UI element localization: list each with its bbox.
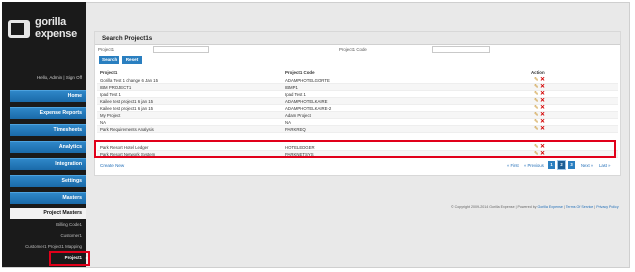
x-icon[interactable]: ✕ <box>540 119 545 125</box>
pager-page-3[interactable]: 3 <box>568 161 575 169</box>
project-code: ADAMPHOTELKAIRE <box>285 99 328 104</box>
project-name: Park Requirements Analysis <box>100 127 154 132</box>
pencil-icon[interactable]: ✎ <box>534 119 539 125</box>
pencil-icon[interactable]: ✎ <box>534 105 539 111</box>
nav-analytics[interactable]: Analytics <box>10 141 86 153</box>
project-code: IBMP1 <box>285 85 298 90</box>
nav-home[interactable]: Home <box>10 90 86 102</box>
footer-privacy-link[interactable]: Privacy Policy <box>596 205 618 209</box>
project1-input[interactable] <box>153 46 209 53</box>
user-greeting[interactable]: Hello, Admin | Sign Off <box>2 75 82 80</box>
x-icon[interactable]: ✕ <box>540 112 545 118</box>
table-row: NA NA ✎ ✕ <box>97 119 618 126</box>
table-row: Gorilla Test 1 change 6 Jan 15 ADAMPHOTE… <box>97 77 618 84</box>
project1-label: Project1 <box>98 47 115 52</box>
project-name: Kailee test project1 6 jan 15 <box>100 106 154 111</box>
footer-copyright: © Copyright 2009-2014 Gorilla Expense | … <box>451 205 537 209</box>
project-code: Ipad Test 1 <box>285 92 306 97</box>
pager-last[interactable]: Last » <box>599 163 610 168</box>
project-name: My Project <box>100 113 121 118</box>
brand-line2: expense <box>35 28 77 40</box>
gorilla-g-logo-icon <box>8 20 30 38</box>
project-name: Gorilla Test 1 change 6 Jan 15 <box>100 78 158 83</box>
subnav-customer1-project1-mapping[interactable]: Customer1 Project1 Mapping <box>2 244 82 249</box>
search-button[interactable]: Search <box>99 56 119 64</box>
pager-page-1[interactable]: 1 <box>548 161 555 169</box>
project1-code-label: Project1 Code <box>339 47 367 52</box>
project1-code-input[interactable] <box>432 46 490 53</box>
header-action: Action <box>531 70 545 75</box>
table-row: My Project Adam Project ✎ ✕ <box>97 112 618 119</box>
table-row: Kailee test project1 6 jan 15 ADAMPHOTEL… <box>97 105 618 112</box>
x-icon[interactable]: ✕ <box>540 98 545 104</box>
project-name: NA <box>100 120 106 125</box>
footer-powered-by-link[interactable]: Gorilla Expense <box>538 205 563 209</box>
project-name: IBM PROJECT1 <box>100 85 132 90</box>
x-icon[interactable]: ✕ <box>540 126 545 132</box>
project-code: ADAMPHOTELGORTE <box>285 78 330 83</box>
pager-page-2[interactable]: 2 <box>557 160 566 170</box>
table-row: Kailee test project1 6 jan 15 ADAMPHOTEL… <box>97 98 618 105</box>
pencil-icon[interactable]: ✎ <box>534 77 539 83</box>
footer-terms-link[interactable]: Terms Of Service <box>566 205 594 209</box>
project-name: Kailee test project1 6 jan 15 <box>100 99 154 104</box>
reset-button[interactable]: Reset <box>122 56 142 64</box>
table-row: IBM PROJECT1 IBMP1 ✎ ✕ <box>97 84 618 91</box>
subnav-billing-code1[interactable]: Billing Code1 <box>2 222 82 227</box>
x-icon[interactable]: ✕ <box>540 105 545 111</box>
pencil-icon[interactable]: ✎ <box>534 112 539 118</box>
footer: © Copyright 2009-2014 Gorilla Expense | … <box>451 205 619 209</box>
header-project1-code[interactable]: Project1 Code <box>285 70 315 75</box>
nav-integration[interactable]: Integration <box>10 158 86 170</box>
pencil-icon[interactable]: ✎ <box>534 126 539 132</box>
x-icon[interactable]: ✕ <box>540 91 545 97</box>
project-code: NA <box>285 120 291 125</box>
pager-next[interactable]: Next » <box>581 163 593 168</box>
nav-expense-reports[interactable]: Expense Reports <box>10 107 86 119</box>
x-icon[interactable]: ✕ <box>540 77 545 83</box>
highlight-rows <box>94 140 616 158</box>
panel-header: Search Project1s <box>95 32 620 45</box>
header-project1[interactable]: Project1 <box>100 70 117 75</box>
page-title: Search Project1s <box>102 35 153 42</box>
project-code: ADAMPHOTELKAIRE-2 <box>285 106 332 111</box>
pencil-icon[interactable]: ✎ <box>534 98 539 104</box>
pager-first[interactable]: « First <box>507 163 519 168</box>
pager-previous[interactable]: « Previous <box>524 163 544 168</box>
create-new-link[interactable]: Create New <box>100 163 124 168</box>
x-icon[interactable]: ✕ <box>540 84 545 90</box>
sidebar: gorilla expense Hello, Admin | Sign Off … <box>2 2 88 267</box>
table-row: Park Requirements Analysis PARKREQ ✎ ✕ <box>97 126 618 133</box>
brand-logo[interactable]: gorilla expense <box>8 14 84 48</box>
nav-project-masters[interactable]: Project Masters <box>10 208 86 219</box>
table-row: Ipad Test 1 Ipad Test 1 ✎ ✕ <box>97 91 618 98</box>
nav-settings[interactable]: Settings <box>10 175 86 187</box>
pencil-icon[interactable]: ✎ <box>534 84 539 90</box>
subnav-customer1[interactable]: Customer1 <box>2 233 82 238</box>
nav-masters[interactable]: Masters <box>10 192 86 204</box>
pencil-icon[interactable]: ✎ <box>534 91 539 97</box>
project-code: Adam Project <box>285 113 311 118</box>
brand-line1: gorilla <box>35 16 66 28</box>
project-name: Ipad Test 1 <box>100 92 121 97</box>
highlight-project1-nav <box>49 251 90 266</box>
project-code: PARKREQ <box>285 127 306 132</box>
nav-timesheets[interactable]: Timesheets <box>10 124 86 136</box>
